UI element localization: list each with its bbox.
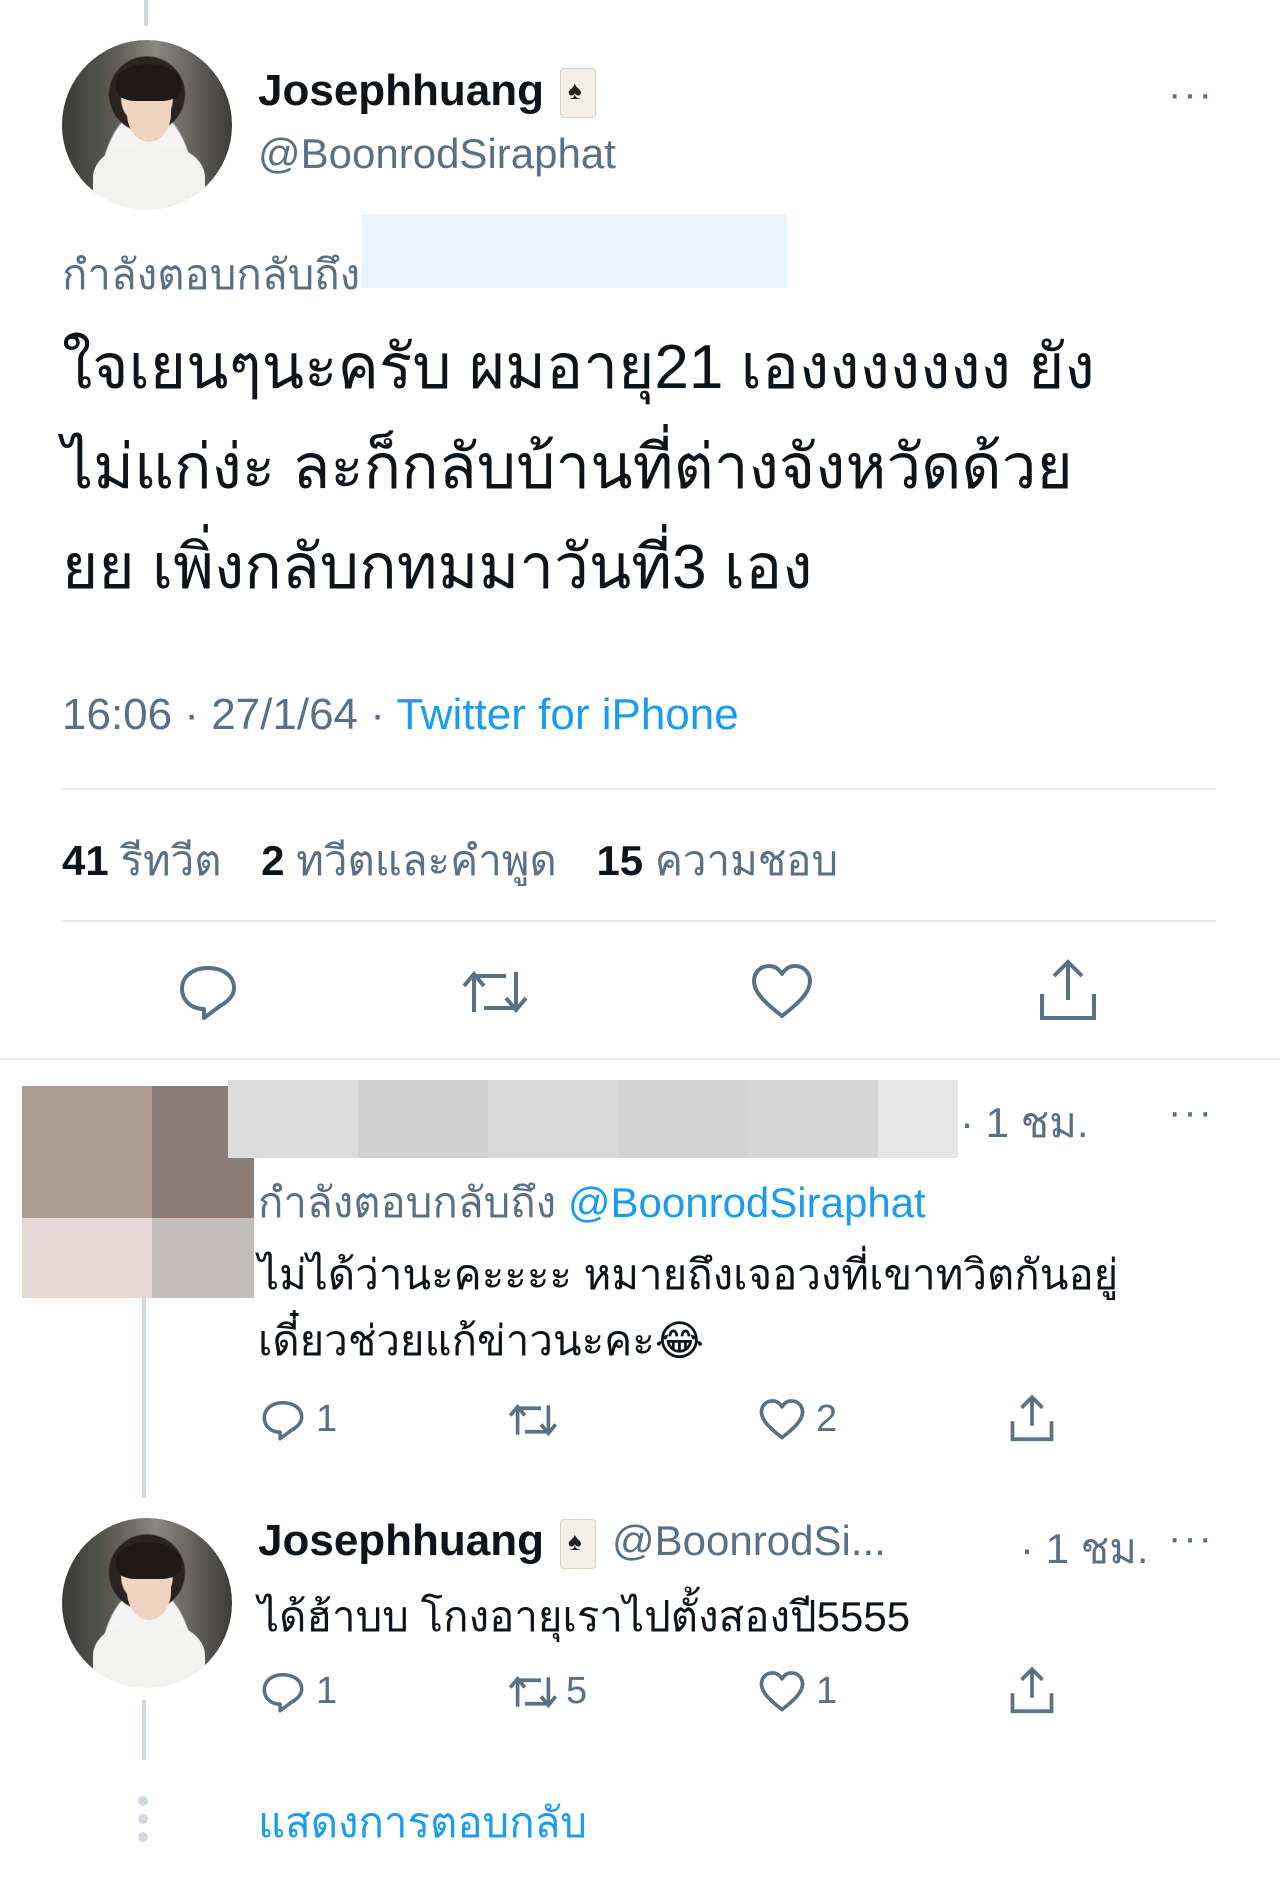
like-icon[interactable]	[758, 1670, 806, 1714]
tweet-meta: 16:06 · 27/1/64 · Twitter for iPhone	[62, 690, 739, 740]
reply-count: 1	[316, 1398, 338, 1440]
avatar-josephhuang[interactable]	[62, 40, 232, 210]
main-handle[interactable]: @BoonrodSiraphat	[258, 130, 616, 178]
quotes-count: 2	[261, 837, 285, 884]
quotes-stat[interactable]: 2 ทวีตและคำพูด	[261, 837, 557, 884]
redacted-handle	[362, 214, 787, 288]
share-icon[interactable]	[1008, 1666, 1056, 1716]
display-name-text[interactable]: Josephhuang	[258, 1516, 544, 1565]
reply-to-label: กำลังตอบกลับถึง	[258, 1179, 557, 1226]
jester-badge-icon	[560, 1518, 597, 1569]
like-count: 1	[816, 1670, 838, 1712]
tweet-text-line: ยย เพิ่งกลับกทมมาวันที่3 เอง	[62, 533, 813, 602]
reply2-handle[interactable]: @BoonrodSi...	[612, 1517, 886, 1564]
more-options-icon[interactable]: ···	[1168, 72, 1214, 117]
tweet-source-link[interactable]: Twitter for iPhone	[396, 690, 738, 739]
main-display-name[interactable]: Josephhuang	[258, 66, 597, 119]
jester-badge-icon	[560, 68, 597, 119]
more-options-icon[interactable]: ···	[1168, 1090, 1214, 1135]
thread-line	[142, 1700, 146, 1760]
reply-count: 1	[316, 1670, 338, 1712]
tweet-text-line: ใจเยนๆนะครับ ผมอายุ21 เองงงงงงง ยัง	[62, 333, 1095, 402]
reply-text-line: เดี๋ยวช่วยแก้ข่าวนะคะ😂	[258, 1317, 704, 1364]
like-icon[interactable]	[758, 1398, 806, 1442]
reply-text-line: ไม่ได้ว่านะคะะะะ หมายถึงเจอวงที่เขาทวิตก…	[258, 1251, 1119, 1298]
retweet-count: 5	[566, 1670, 588, 1712]
retweets-stat[interactable]: 41 รีทวีต	[62, 837, 222, 884]
divider	[0, 1058, 1280, 1060]
reply1-reply-to: กำลังตอบกลับถึง @BoonrodSiraphat	[258, 1170, 926, 1236]
display-name-text: Josephhuang	[258, 66, 545, 115]
reply2-time[interactable]: · 1 ชม.	[1020, 1516, 1149, 1582]
quotes-label: ทวีตและคำพูด	[296, 837, 557, 884]
reply-icon[interactable]	[260, 1398, 306, 1442]
more-options-icon[interactable]: ···	[1168, 1516, 1214, 1561]
tweet-text-line: ไม่แก่ง่ะ ละก็กลับบ้านที่ต่างจังหวัดด้วย	[62, 433, 1073, 502]
avatar-josephhuang[interactable]	[62, 1518, 232, 1688]
reply-to-label: กำลังตอบกลับถึง	[62, 251, 361, 298]
retweets-label: รีทวีต	[120, 837, 222, 884]
retweet-icon[interactable]	[460, 962, 530, 1022]
reply-icon[interactable]	[260, 1670, 306, 1714]
retweets-count: 41	[62, 837, 109, 884]
tweet-timestamp[interactable]: 16:06 · 27/1/64 ·	[62, 690, 396, 739]
reply-icon[interactable]	[176, 962, 240, 1022]
show-replies-link[interactable]: แสดงการตอบกลับ	[258, 1790, 587, 1856]
like-icon[interactable]	[750, 962, 814, 1022]
like-count: 2	[816, 1398, 838, 1440]
share-icon[interactable]	[1008, 1394, 1056, 1444]
main-tweet-text: ใจเยนๆนะครับ ผมอายุ21 เองงงงงงง ยัง ไม่แ…	[62, 318, 1095, 618]
redacted-name	[228, 1080, 958, 1158]
retweet-icon[interactable]	[506, 1398, 560, 1442]
likes-count: 15	[596, 837, 644, 884]
thread-line-top	[144, 0, 148, 26]
reply2-text: ได้ฮ้าบบ โกงอายุเราไปตั้งสองปี5555	[258, 1593, 911, 1640]
retweet-icon[interactable]	[506, 1670, 560, 1714]
share-icon[interactable]	[1036, 958, 1100, 1024]
divider	[62, 788, 1216, 790]
likes-label: ความชอบ	[654, 837, 839, 884]
reply2-header: Josephhuang @BoonrodSi...	[258, 1516, 886, 1569]
thread-line	[142, 1298, 146, 1498]
tweet-stats: 41 รีทวีต 2 ทวีตและคำพูด 15 ความชอบ	[62, 828, 838, 894]
thread-dots-icon	[138, 1796, 150, 1842]
redacted-avatar[interactable]	[22, 1086, 254, 1298]
reply-to-handle-link[interactable]: @BoonrodSiraphat	[568, 1179, 926, 1226]
reply1-text: ไม่ได้ว่านะคะะะะ หมายถึงเจอวงที่เขาทวิตก…	[258, 1242, 1118, 1374]
reply1-time[interactable]: · 1 ชม.	[960, 1090, 1089, 1156]
divider	[62, 920, 1216, 922]
likes-stat[interactable]: 15 ความชอบ	[596, 837, 838, 884]
